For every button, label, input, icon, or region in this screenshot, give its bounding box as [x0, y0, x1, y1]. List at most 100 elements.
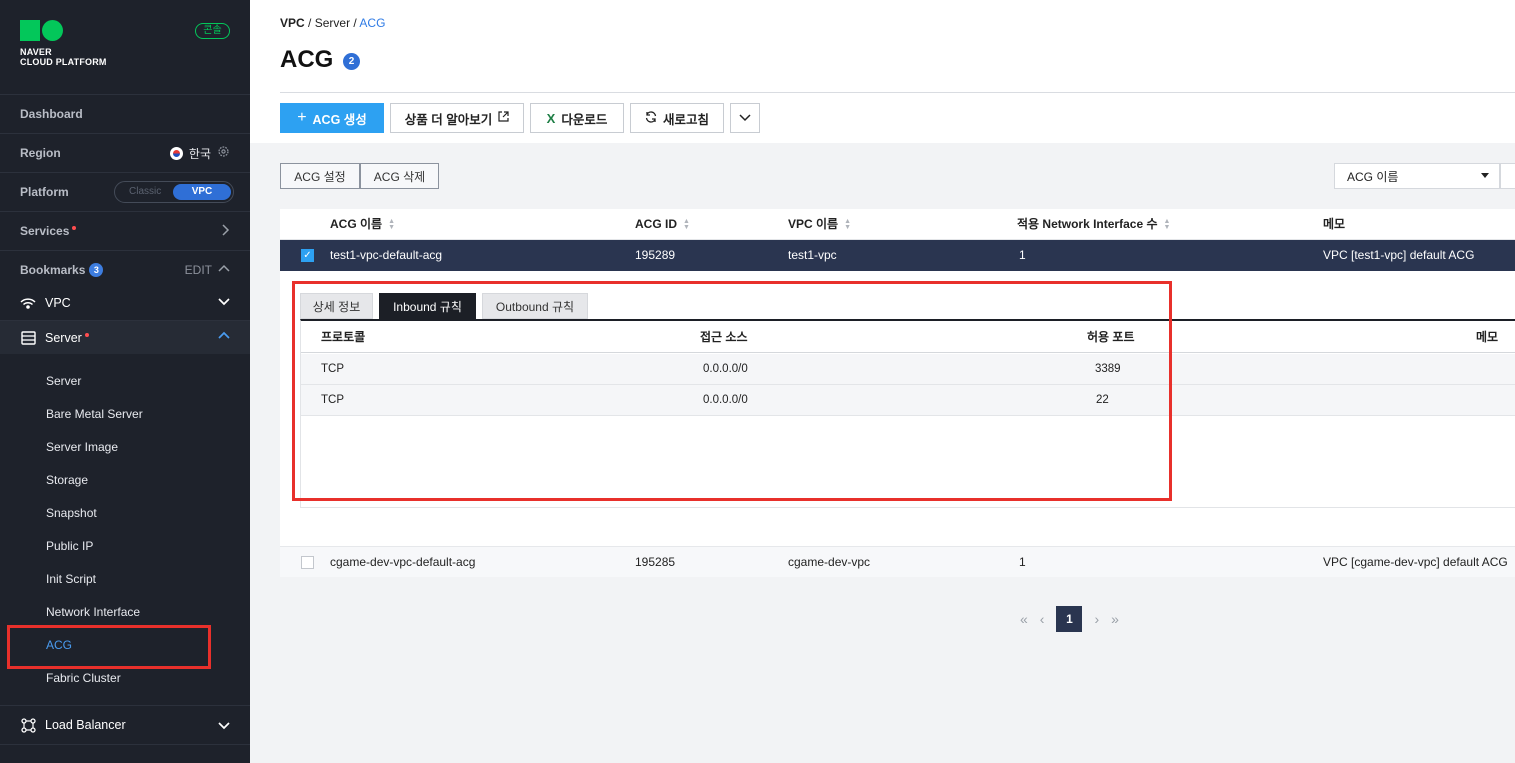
region-label: Region — [20, 146, 61, 160]
create-acg-label: ACG 생성 — [312, 112, 367, 127]
create-acg-button[interactable]: + ACG 생성 — [280, 103, 384, 133]
page-button-current[interactable]: 1 — [1056, 606, 1083, 632]
cell-vpc-name: cgame-dev-vpc — [788, 555, 871, 569]
excel-icon: X — [546, 110, 556, 126]
page-title: ACG — [280, 46, 334, 73]
platform-label: Platform — [20, 185, 69, 199]
breadcrumb-acg: ACG — [359, 16, 386, 30]
more-dropdown-button[interactable] — [730, 103, 760, 133]
breadcrumb-sep: / — [308, 16, 312, 30]
learn-more-label: 상품 더 알아보기 — [404, 112, 493, 127]
services-label: Services — [20, 224, 70, 238]
col-ni-count[interactable]: 적용 Network Interface 수 ▲ ▼ — [1017, 209, 1170, 240]
submenu-server[interactable]: Server — [46, 374, 81, 388]
col-rule-memo: 메모 — [1476, 330, 1499, 344]
bookmarks-count: 3 — [89, 263, 104, 277]
breadcrumb-vpc[interactable]: VPC — [280, 16, 305, 30]
last-page-icon[interactable]: » — [1111, 611, 1119, 627]
server-icon — [20, 330, 36, 346]
submenu-storage[interactable]: Storage — [46, 473, 88, 487]
refresh-label: 새로고침 — [662, 112, 709, 127]
col-vpc-name[interactable]: VPC 이름 ▲ ▼ — [788, 209, 851, 240]
chevron-down-icon — [218, 295, 230, 310]
plus-icon: + — [297, 109, 307, 126]
naver-cloud-logo[interactable]: NAVER CLOUD PLATFORM — [20, 20, 107, 67]
chevron-up-icon[interactable] — [218, 263, 230, 277]
highlight-box-inbound-rules — [292, 281, 1172, 501]
chevron-up-icon — [218, 330, 230, 345]
sidebar-menu-vpc[interactable]: VPC — [0, 286, 250, 320]
platform-toggle[interactable]: Classic VPC — [114, 181, 234, 203]
sidebar-region[interactable]: Region 한국 — [0, 133, 250, 172]
region-value: 한국 — [188, 146, 211, 161]
table-header: ACG 이름 ▲ ▼ ACG ID ▲ ▼ VPC 이름 ▲ ▼ 적용 Network In… — [280, 209, 1515, 240]
new-dot — [72, 226, 77, 230]
search-filter-select[interactable]: ACG 이름 — [1334, 163, 1500, 189]
pagination: « ‹ 1 › » — [1020, 606, 1119, 632]
filter-selected-value: ACG 이름 — [1347, 169, 1399, 184]
sort-icon[interactable]: ▲ ▼ — [844, 218, 851, 231]
sidebar-services[interactable]: Services — [0, 211, 250, 250]
row-checkbox[interactable]: ✓ — [301, 249, 314, 262]
logo-line1: NAVER — [20, 47, 52, 57]
refresh-button[interactable]: 새로고침 — [630, 103, 724, 133]
submenu-init-script[interactable]: Init Script — [46, 572, 96, 586]
sidebar-dashboard[interactable]: Dashboard — [0, 94, 250, 133]
breadcrumb-sep: / — [353, 16, 357, 30]
dashboard-label: Dashboard — [20, 107, 83, 121]
cell-acg-id: 195285 — [635, 555, 676, 569]
logo-line2: CLOUD PLATFORM — [20, 57, 107, 67]
load-balancer-icon — [20, 717, 36, 733]
prev-page-icon[interactable]: ‹ — [1040, 611, 1045, 627]
acg-settings-button[interactable]: ACG 설정 — [280, 163, 360, 189]
bookmarks-edit-button[interactable]: EDIT — [185, 263, 212, 277]
platform-vpc[interactable]: VPC — [173, 184, 231, 200]
submenu-network-interface[interactable]: Network Interface — [46, 605, 140, 619]
breadcrumb-server[interactable]: Server — [315, 16, 350, 30]
download-button[interactable]: X 다운로드 — [530, 103, 624, 133]
sort-icon[interactable]: ▲ ▼ — [388, 218, 395, 231]
divider — [280, 92, 1515, 93]
load-balancer-label: Load Balancer — [45, 718, 126, 732]
platform-classic[interactable]: Classic — [129, 186, 161, 197]
cell-acg-name: cgame-dev-vpc-default-acg — [330, 555, 476, 569]
refresh-icon — [645, 110, 657, 126]
chevron-right-icon — [220, 223, 230, 239]
console-badge[interactable]: 콘솔 — [195, 23, 230, 39]
acg-delete-button[interactable]: ACG 삭제 — [360, 163, 439, 189]
korea-flag-icon — [169, 146, 183, 160]
external-link-icon — [498, 111, 509, 125]
col-acg-name[interactable]: ACG 이름 ▲ ▼ — [330, 209, 395, 240]
cell-vpc-name: test1-vpc — [788, 248, 837, 262]
bookmarks-label: Bookmarks — [20, 263, 86, 277]
first-page-icon[interactable]: « — [1020, 611, 1028, 627]
next-page-icon[interactable]: › — [1094, 611, 1099, 627]
server-label: Server — [45, 330, 82, 345]
cell-acg-id: 195289 — [635, 248, 676, 262]
cell-ni-count: 1 — [1019, 248, 1026, 262]
submenu-fabric-cluster[interactable]: Fabric Cluster — [46, 671, 121, 685]
gear-icon[interactable] — [217, 145, 230, 161]
cell-memo: VPC [test1-vpc] default ACG — [1323, 248, 1475, 262]
highlight-box-acg-menu — [7, 625, 211, 669]
cell-ni-count: 1 — [1019, 555, 1026, 569]
sort-icon[interactable]: ▲ ▼ — [1164, 218, 1171, 231]
row-checkbox[interactable] — [301, 556, 314, 569]
vpc-icon — [20, 295, 36, 311]
sort-icon[interactable]: ▲ ▼ — [683, 218, 690, 231]
sidebar-bookmarks: Bookmarks 3 EDIT — [0, 250, 250, 289]
main-content: VPC / Server / ACG ACG 2 + ACG 생성 상품 더 알… — [250, 0, 1515, 763]
submenu-public-ip[interactable]: Public IP — [46, 539, 93, 553]
sidebar-menu-server[interactable]: Server — [0, 320, 250, 354]
search-input[interactable] — [1500, 163, 1515, 189]
learn-more-button[interactable]: 상품 더 알아보기 — [390, 103, 524, 133]
col-acg-id[interactable]: ACG ID ▲ ▼ — [635, 209, 690, 240]
cell-memo: VPC [cgame-dev-vpc] default ACG — [1323, 555, 1508, 569]
sidebar-menu-load-balancer[interactable]: Load Balancer — [0, 705, 250, 745]
table-row[interactable]: ✓ test1-vpc-default-acg 195289 test1-vpc… — [280, 240, 1515, 271]
table-row[interactable]: cgame-dev-vpc-default-acg 195285 cgame-d… — [280, 546, 1515, 577]
page-count-badge: 2 — [343, 53, 360, 70]
submenu-bare-metal-server[interactable]: Bare Metal Server — [46, 407, 143, 421]
submenu-server-image[interactable]: Server Image — [46, 440, 118, 454]
submenu-snapshot[interactable]: Snapshot — [46, 506, 97, 520]
